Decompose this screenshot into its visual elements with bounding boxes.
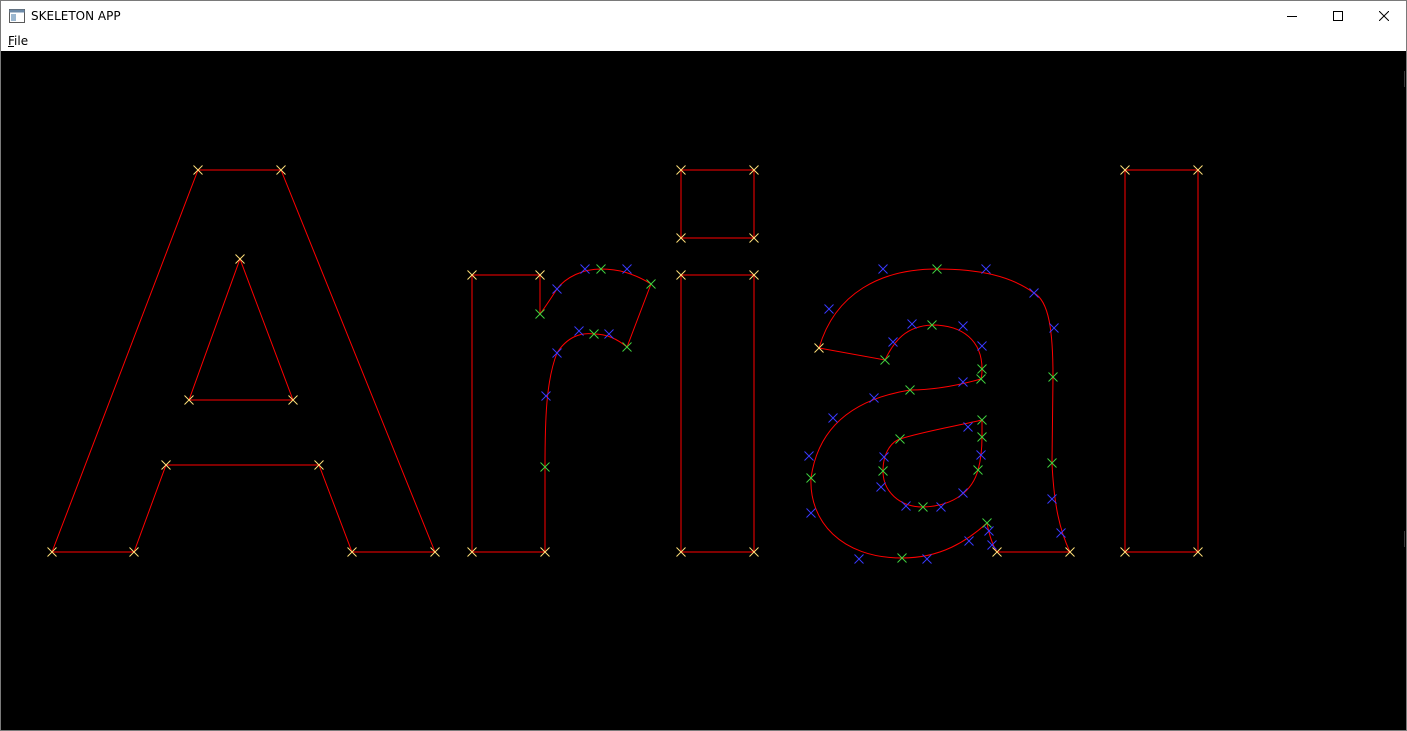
control-point-marker — [876, 482, 886, 492]
glyph-a-lower-outline — [810, 268, 1071, 559]
on-curve-point-marker — [880, 355, 890, 365]
control-point-marker — [958, 377, 968, 387]
glyph-l-outline — [1124, 169, 1199, 553]
glyph-canvas[interactable] — [1, 51, 1406, 730]
glyph-a-outer-outline — [51, 169, 436, 553]
on-curve-point-marker — [646, 279, 656, 289]
right-edge-marker — [1404, 71, 1405, 87]
menu-file-label: ile — [14, 34, 29, 48]
control-point-marker — [936, 502, 946, 512]
on-curve-point-marker — [976, 374, 986, 384]
control-point-marker — [828, 413, 838, 423]
glyph-r-outline — [471, 268, 652, 553]
close-button[interactable] — [1361, 1, 1406, 31]
minimize-icon — [1287, 11, 1297, 21]
app-window: SKELETON APP File — [0, 0, 1407, 731]
title-bar[interactable]: SKELETON APP — [1, 1, 1406, 31]
glyph-i-dot-outline — [680, 169, 755, 239]
control-point-marker — [963, 422, 973, 432]
menu-bar: File — [1, 31, 1406, 51]
on-curve-point-marker — [973, 465, 983, 475]
on-curve-point-marker — [895, 434, 905, 444]
control-point-marker — [981, 264, 991, 274]
glyph-i-stem-outline — [680, 274, 755, 553]
on-curve-point-marker — [622, 342, 632, 352]
control-point-marker — [901, 501, 911, 511]
close-icon — [1379, 11, 1389, 21]
control-point-marker — [824, 304, 834, 314]
control-point-marker — [984, 526, 994, 536]
menu-file[interactable]: File — [8, 34, 28, 48]
minimize-button[interactable] — [1269, 1, 1315, 31]
control-point-marker — [1056, 528, 1066, 538]
control-point-marker — [878, 264, 888, 274]
control-point-marker — [854, 554, 864, 564]
control-point-marker — [977, 341, 987, 351]
control-point-marker — [552, 348, 562, 358]
app-window-icon — [9, 9, 25, 23]
window-title: SKELETON APP — [31, 9, 121, 23]
right-edge-marker — [1404, 531, 1405, 547]
on-curve-point-marker — [235, 254, 245, 264]
glyph-outline-drawing — [47, 165, 1203, 564]
maximize-icon — [1333, 11, 1343, 21]
control-point-marker — [622, 264, 632, 274]
control-point-marker — [552, 284, 562, 294]
control-point-marker — [1029, 288, 1039, 298]
on-curve-point-marker — [982, 518, 992, 528]
glyph-a-inner-outline — [188, 257, 294, 401]
on-curve-point-marker — [814, 343, 824, 353]
control-point-marker — [580, 264, 590, 274]
control-point-marker — [958, 321, 968, 331]
control-point-marker — [541, 391, 551, 401]
control-point-marker — [804, 451, 814, 461]
control-point-marker — [574, 326, 584, 336]
maximize-button[interactable] — [1315, 1, 1361, 31]
control-point-marker — [806, 508, 816, 518]
control-point-marker — [958, 488, 968, 498]
control-point-marker — [907, 319, 917, 329]
